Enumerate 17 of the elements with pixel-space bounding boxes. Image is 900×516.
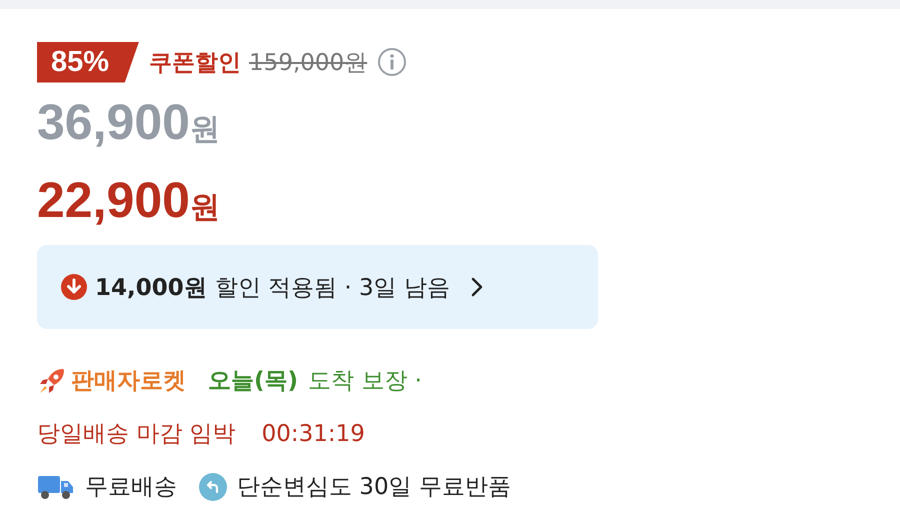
sale-price: 36,900원 <box>37 93 221 152</box>
arrival-day: 오늘(목) <box>208 365 298 396</box>
benefit-text: 단순변심도 30일 무료반품 <box>237 473 511 502</box>
coupon-applied-bar[interactable]: 14,000원 할인 적용됨 · 3일 남음 <box>37 245 598 329</box>
original-price: 159,000원 <box>249 48 368 78</box>
seller-rocket-label: 판매자로켓 <box>71 367 186 396</box>
coupon-status-text: 할인 적용됨 · 3일 남음 <box>214 274 450 302</box>
countdown-timer: 00:31:19 <box>262 420 365 446</box>
arrival-guarantee-text: 도착 보장 · <box>308 367 422 396</box>
discount-amount: 14,000원 <box>95 274 207 302</box>
same-day-cutoff-text: 당일배송 마감 임박 <box>37 420 236 449</box>
coupon-price: 22,900원 <box>37 171 221 230</box>
discount-badge: 85% <box>37 42 140 82</box>
benefit-text: 무료배송 <box>85 473 177 502</box>
coupon-discount-label: 쿠폰할인 <box>149 48 242 78</box>
info-icon[interactable] <box>377 47 408 77</box>
chevron-right-icon <box>470 276 484 298</box>
